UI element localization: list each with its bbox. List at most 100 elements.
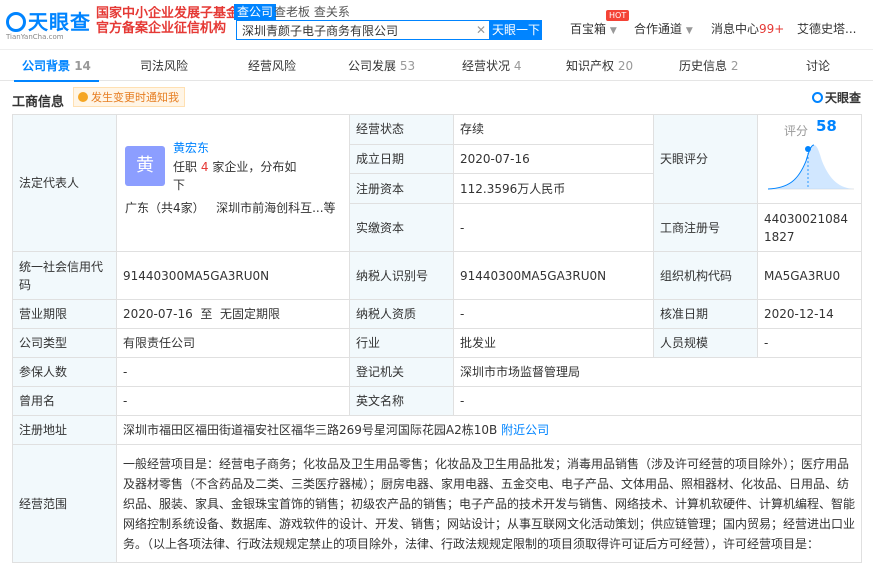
tab-count: 2 [730, 59, 739, 73]
approve-date-label: 核准日期 [653, 299, 758, 329]
credit-code-value: 91440300MA5GA3RU0N [116, 251, 350, 300]
industry-value: 批发业 [453, 328, 654, 358]
company-type-value: 有限责任公司 [116, 328, 350, 358]
address-cell: 深圳市福田区福田街道福安社区福华三路269号星河国际花园A2栋10B 附近公司 [116, 415, 862, 445]
message-count-badge: 99+ [759, 22, 785, 36]
paid-capital-value: - [453, 203, 654, 252]
tab-label: 经营状况 [462, 59, 511, 73]
tab-legal-risk[interactable]: 司法风险 [140, 51, 188, 81]
reg-no-value: 440300210841827 [757, 203, 862, 252]
tab-business-status[interactable]: 经营状况 4 [462, 51, 521, 81]
nav-message-label: 消息中心 [711, 22, 760, 36]
status-label: 经营状态 [349, 114, 454, 145]
promo-line-1: 国家中小企业发展子基金 [96, 6, 240, 21]
bell-icon [78, 92, 88, 102]
authority-label: 登记机关 [349, 357, 454, 387]
tab-operation-risk[interactable]: 经营风险 [248, 51, 296, 81]
scope-label: 经营范围 [12, 444, 117, 563]
term-label: 营业期限 [12, 299, 117, 329]
legal-rep-cell: 黄 黄宏东 任职 4 家企业，分布如下 广东（共4家） 深圳市前海创科互...等 [116, 114, 350, 252]
nav-hezuo[interactable]: 合作通道 ▼ [634, 20, 693, 37]
est-date-label: 成立日期 [349, 143, 454, 175]
nav-baibaoxiang-label: 百宝箱 [570, 22, 607, 36]
score-cell[interactable]: 评分 58 [757, 114, 862, 204]
tab-label: 公司背景 [22, 59, 71, 73]
location-company[interactable]: 深圳市前海创科互... [216, 201, 323, 215]
notify-label: 发生变更时通知我 [91, 91, 179, 104]
logo-text: 天眼查 [28, 10, 91, 34]
logo-subtext: TianYanCha.com [6, 33, 64, 41]
eye-logo-icon [6, 12, 26, 32]
scope-value: 一般经营项目是：经营电子商务；化妆品及卫生用品零售；化妆品及卫生用品批发；消毒用… [116, 444, 862, 563]
credit-code-label: 统一社会信用代码 [12, 251, 117, 300]
insured-value: - [116, 357, 350, 387]
capital-label: 注册资本 [349, 173, 454, 204]
tax-qualification-value: - [453, 299, 654, 329]
tab-label: 公司发展 [348, 59, 397, 73]
paid-capital-label: 实缴资本 [349, 203, 454, 252]
org-code-value: MA5GA3RU0 [757, 251, 862, 300]
tax-id-label: 纳税人识别号 [349, 251, 454, 300]
tab-label: 讨论 [806, 59, 831, 73]
est-date-value: 2020-07-16 [453, 143, 654, 175]
desc-count: 4 [200, 160, 209, 174]
authority-value: 深圳市市场监督管理局 [453, 357, 862, 387]
notify-on-change-button[interactable]: 发生变更时通知我 [73, 87, 185, 107]
tab-label: 司法风险 [140, 59, 189, 73]
search-type-company[interactable]: 查公司 [234, 4, 277, 20]
tianyancha-logo[interactable]: 天眼查 TianYanCha.com [6, 6, 92, 42]
location-province[interactable]: 广东（共4家） [125, 201, 205, 215]
tab-count: 14 [74, 59, 91, 73]
chevron-down-icon: ▼ [685, 26, 693, 36]
tab-count: 20 [617, 59, 634, 73]
eye-logo-icon [811, 92, 823, 103]
avatar[interactable]: 黄 [125, 146, 165, 186]
tax-id-value: 91440300MA5GA3RU0N [453, 251, 654, 300]
score-value: 58 [816, 117, 837, 135]
score-marker-dot [805, 146, 811, 152]
tab-company-background[interactable]: 公司背景 14 [14, 51, 99, 82]
nav-message-center[interactable]: 消息中心99+ [711, 20, 784, 37]
score-label: 天眼评分 [653, 114, 758, 204]
reg-no-label: 工商注册号 [653, 203, 758, 252]
english-name-value: - [453, 386, 862, 416]
insured-label: 参保人数 [12, 357, 117, 387]
nav-user-menu[interactable]: 艾德史塔... [797, 20, 856, 37]
staff-size-value: - [757, 328, 862, 358]
section-logo: 天眼查 [811, 89, 861, 106]
legal-rep-desc: 任职 4 家企业，分布如下 [173, 158, 303, 194]
tab-count: 53 [399, 59, 416, 73]
tab-discussion[interactable]: 讨论 [806, 51, 830, 81]
address-label: 注册地址 [12, 415, 117, 445]
tab-bar: 公司背景 14 司法风险 经营风险 公司发展 53 经营状况 4 知识产权 20… [0, 51, 873, 82]
search-type-others[interactable]: 查老板 查关系 [274, 4, 350, 20]
tab-label: 经营风险 [248, 59, 297, 73]
chevron-down-icon: ▼ [609, 26, 617, 36]
english-name-label: 英文名称 [349, 386, 454, 416]
tab-company-development[interactable]: 公司发展 53 [348, 51, 415, 81]
former-name-value: - [116, 386, 350, 416]
legal-rep-label: 法定代表人 [12, 114, 117, 252]
tab-intellectual-property[interactable]: 知识产权 20 [566, 51, 633, 81]
top-header: 天眼查 TianYanCha.com 国家中小企业发展子基金 官方备案企业征信机… [0, 0, 873, 50]
clear-icon[interactable]: ✕ [476, 22, 486, 38]
location-more: 等 [323, 201, 336, 215]
distribution-curve [768, 145, 854, 189]
tax-qualification-label: 纳税人资质 [349, 299, 454, 329]
tab-count: 4 [513, 59, 522, 73]
desc-prefix: 任职 [173, 160, 198, 174]
nav-baibaoxiang[interactable]: 百宝箱 ▼ [570, 20, 617, 37]
legal-rep-name[interactable]: 黄宏东 [173, 139, 209, 157]
nearby-companies-link[interactable]: 附近公司 [501, 423, 549, 437]
company-type-label: 公司类型 [12, 328, 117, 358]
tab-label: 历史信息 [679, 59, 728, 73]
capital-value: 112.3596万人民币 [453, 173, 654, 204]
tab-history[interactable]: 历史信息 2 [679, 51, 738, 81]
promo-banner[interactable]: 国家中小企业发展子基金 官方备案企业征信机构 [96, 6, 246, 38]
search-button[interactable]: 天眼一下 [490, 20, 542, 40]
business-info-table: 法定代表人 黄 黄宏东 任职 4 家企业，分布如下 广东（共4家） 深圳市前海创… [12, 114, 862, 563]
search-input[interactable] [236, 20, 490, 40]
section-title: 工商信息 [12, 95, 65, 110]
term-value: 2020-07-16 至 无固定期限 [116, 299, 350, 329]
status-value: 存续 [453, 114, 654, 145]
